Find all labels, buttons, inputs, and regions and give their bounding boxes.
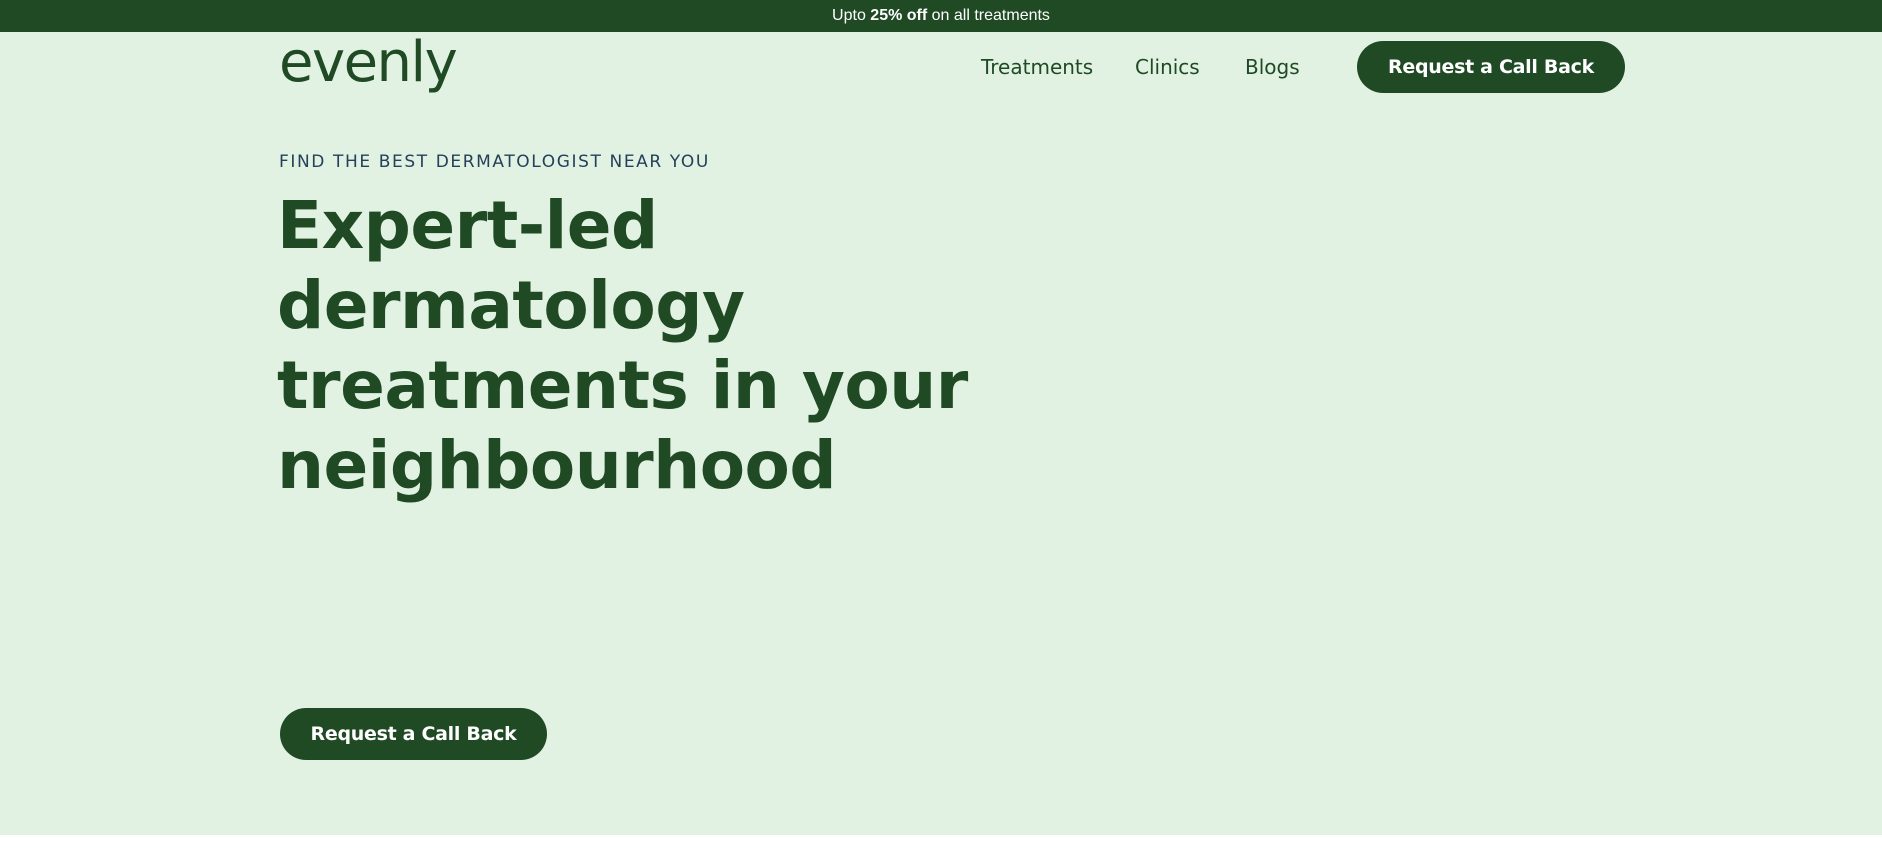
nav-link-treatments[interactable]: Treatments [981, 55, 1093, 79]
promo-discount: 25% off [870, 7, 928, 24]
nav-link-blogs[interactable]: Blogs [1245, 55, 1300, 79]
headline-line: treatments in your [277, 347, 968, 424]
headline-line: dermatology [277, 267, 745, 344]
nav-link-clinics[interactable]: Clinics [1135, 55, 1200, 79]
site-header: evenly Treatments Clinics Blogs Request … [0, 30, 1882, 102]
promo-suffix: on all treatments [927, 7, 1050, 24]
hero-request-callback-button[interactable]: Request a Call Back [280, 708, 547, 760]
header-request-callback-button[interactable]: Request a Call Back [1357, 41, 1625, 93]
hero-eyebrow: FIND THE BEST DERMATOLOGIST NEAR YOU [279, 152, 710, 172]
hero-section: evenly Treatments Clinics Blogs Request … [0, 30, 1882, 835]
hero-headline: Expert-led dermatology treatments in you… [277, 186, 977, 506]
evenly-logo[interactable]: evenly [279, 28, 458, 98]
promo-prefix: Upto [832, 7, 871, 24]
headline-line: neighbourhood [277, 427, 837, 504]
headline-line: Expert-led [277, 187, 658, 264]
